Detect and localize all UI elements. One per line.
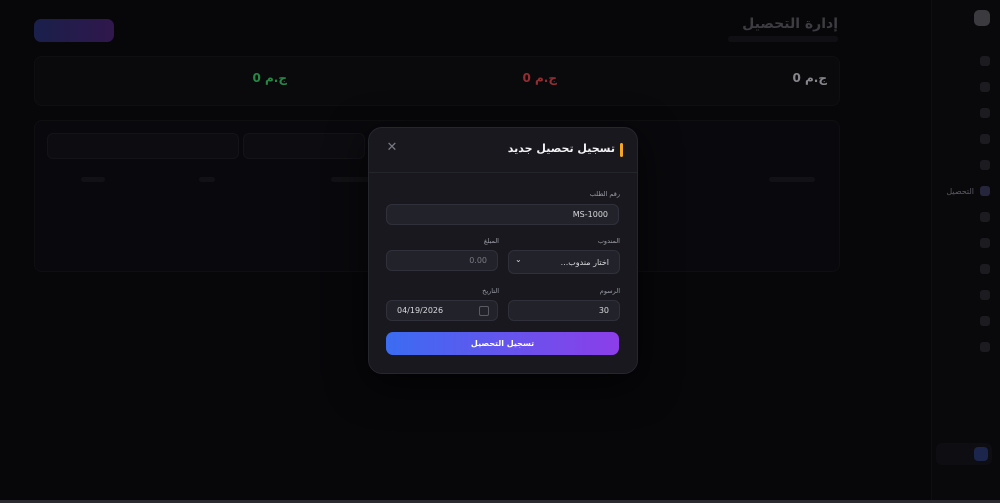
- submit-collection-button[interactable]: تسجيل التحصيل: [386, 332, 619, 355]
- title-accent-bar: [620, 143, 623, 157]
- date-input[interactable]: 04/19/2026: [386, 300, 498, 321]
- order-number-field[interactable]: MS-1000: [386, 204, 619, 225]
- dialog-header: تسجيل تحصيل جديد ✕: [369, 128, 637, 173]
- order-number-label: رقم الطلب: [589, 190, 620, 198]
- amount-input[interactable]: 0.00: [386, 250, 498, 271]
- delegate-label: المندوب: [597, 237, 620, 245]
- new-collection-dialog: تسجيل تحصيل جديد ✕ رقم الطلب MS-1000 الم…: [368, 127, 638, 374]
- date-label: التاريخ: [482, 287, 499, 295]
- dialog-title: تسجيل تحصيل جديد: [507, 142, 615, 155]
- fees-input[interactable]: 30: [508, 300, 620, 321]
- amount-label: المبلغ: [483, 237, 499, 245]
- chevron-down-icon: ⌄: [515, 255, 522, 264]
- close-icon[interactable]: ✕: [385, 141, 399, 155]
- delegate-select[interactable]: اختار مندوب... ⌄: [508, 250, 620, 274]
- fees-label: الرسوم: [599, 287, 620, 295]
- calendar-icon[interactable]: [479, 306, 489, 316]
